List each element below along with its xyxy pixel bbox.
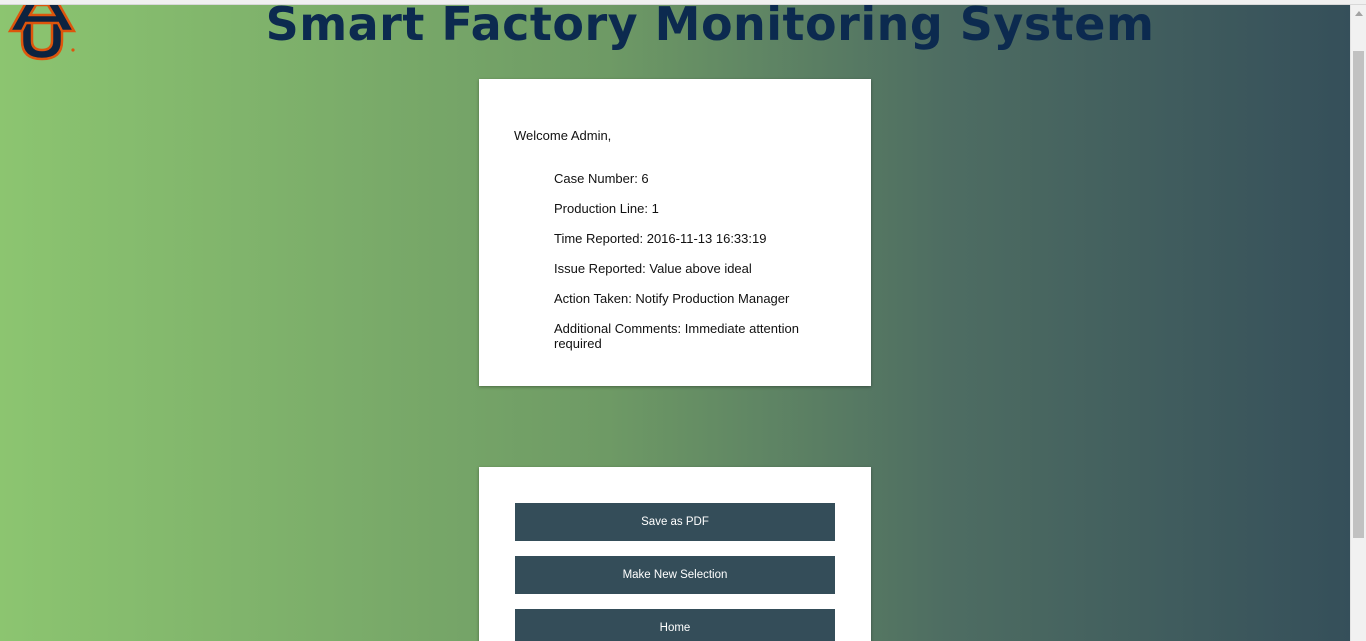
scrollbar-thumb[interactable] xyxy=(1353,51,1364,538)
actions-card: Save as PDF Make New Selection Home xyxy=(479,467,871,641)
report-card: Welcome Admin, Case Number: 6 Production… xyxy=(479,79,871,386)
additional-comments: Additional Comments: Immediate attention… xyxy=(554,321,799,351)
issue-reported: Issue Reported: Value above ideal xyxy=(554,261,752,276)
scroll-up-arrow-icon[interactable] xyxy=(1351,5,1366,21)
time-reported: Time Reported: 2016-11-13 16:33:19 xyxy=(554,231,767,246)
page-title: Smart Factory Monitoring System xyxy=(265,5,1155,51)
case-number: Case Number: 6 xyxy=(554,171,649,186)
home-button[interactable]: Home xyxy=(515,609,835,641)
vertical-scrollbar[interactable] xyxy=(1350,5,1366,641)
page-viewport: Smart Factory Monitoring System Welcome … xyxy=(0,5,1350,641)
welcome-message: Welcome Admin, xyxy=(514,128,612,143)
make-new-selection-button[interactable]: Make New Selection xyxy=(515,556,835,594)
production-line: Production Line: 1 xyxy=(554,201,659,216)
save-pdf-button[interactable]: Save as PDF xyxy=(515,503,835,541)
action-taken: Action Taken: Notify Production Manager xyxy=(554,291,790,306)
report-details: Case Number: 6 Production Line: 1 Time R… xyxy=(554,171,804,351)
